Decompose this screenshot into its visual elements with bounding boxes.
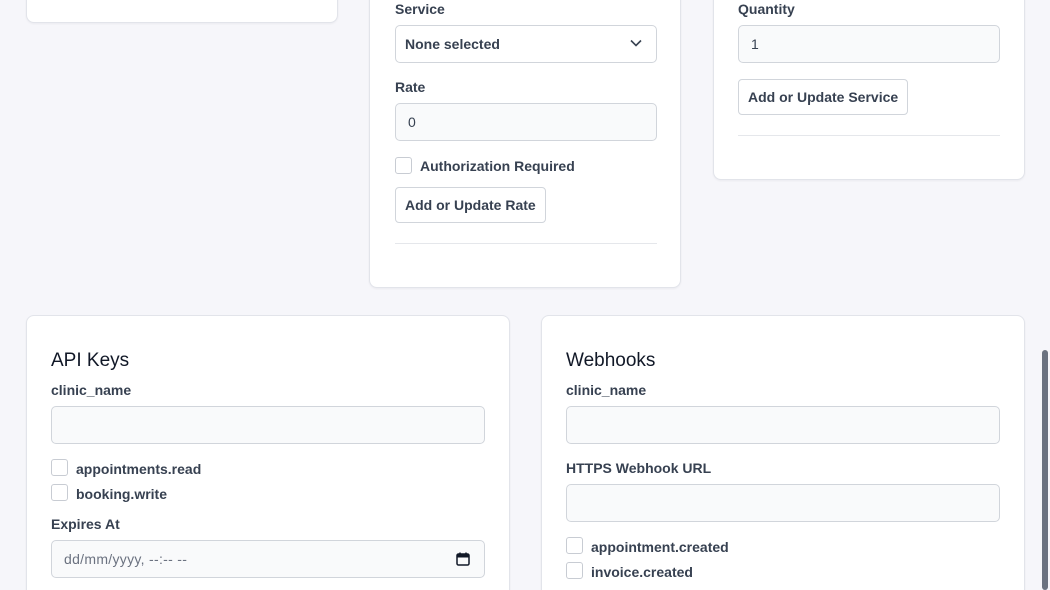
api-keys-title: API Keys (51, 350, 130, 371)
rate-label: Rate (395, 79, 426, 95)
quantity-input-value: 1 (751, 36, 759, 52)
webhooks-clinic-label: clinic_name (566, 382, 647, 398)
service-select[interactable]: None selected (395, 25, 657, 63)
webhooks-title: Webhooks (566, 350, 656, 371)
expires-at-input[interactable]: dd/mm/yyyy, --:-- -- (51, 540, 485, 578)
authorization-required-checkbox[interactable] (395, 157, 412, 174)
scope-appointments-read-checkbox[interactable] (51, 459, 68, 476)
rate-card-divider (395, 243, 657, 244)
service-select-value: None selected (405, 36, 500, 52)
add-update-service-button[interactable]: Add or Update Service (738, 79, 909, 115)
event-appointment-created-checkbox[interactable] (566, 537, 583, 554)
webhook-url-label: HTTPS Webhook URL (566, 460, 712, 476)
service-label: Service (395, 1, 445, 17)
api-keys-card: API Keys clinic_name appointments.read b… (26, 315, 510, 590)
event-invoice-created-checkbox[interactable] (566, 562, 583, 579)
calendar-icon[interactable] (456, 552, 470, 566)
service-quantity-card: Quantity 1 Add or Update Service (713, 0, 1025, 180)
api-keys-clinic-input[interactable] (51, 406, 485, 444)
event-invoice-created-label: invoice.created (591, 564, 693, 580)
webhooks-clinic-input[interactable] (566, 406, 1000, 444)
top-left-card (26, 0, 338, 23)
expires-at-label: Expires At (51, 516, 120, 532)
service-card-divider (738, 135, 1000, 136)
quantity-input[interactable]: 1 (738, 25, 1000, 63)
quantity-label: Quantity (738, 1, 795, 17)
chevron-down-icon (630, 39, 642, 47)
expires-at-placeholder: dd/mm/yyyy, --:-- -- (64, 551, 188, 567)
rate-input[interactable]: 0 (395, 103, 657, 141)
api-keys-clinic-label: clinic_name (51, 382, 132, 398)
page-scrollbar[interactable] (1042, 350, 1048, 590)
scope-booking-write-checkbox[interactable] (51, 484, 68, 501)
webhook-url-input[interactable] (566, 484, 1000, 522)
scope-appointments-read-label: appointments.read (76, 461, 202, 477)
authorization-required-label: Authorization Required (420, 158, 575, 174)
add-update-rate-button[interactable]: Add or Update Rate (395, 187, 546, 223)
rate-input-value: 0 (408, 114, 416, 130)
rate-card: Service None selected Rate 0 Authorizati… (369, 0, 681, 288)
event-appointment-created-label: appointment.created (591, 539, 729, 555)
webhooks-card: Webhooks clinic_name HTTPS Webhook URL a… (541, 315, 1025, 590)
scope-booking-write-label: booking.write (76, 486, 167, 502)
